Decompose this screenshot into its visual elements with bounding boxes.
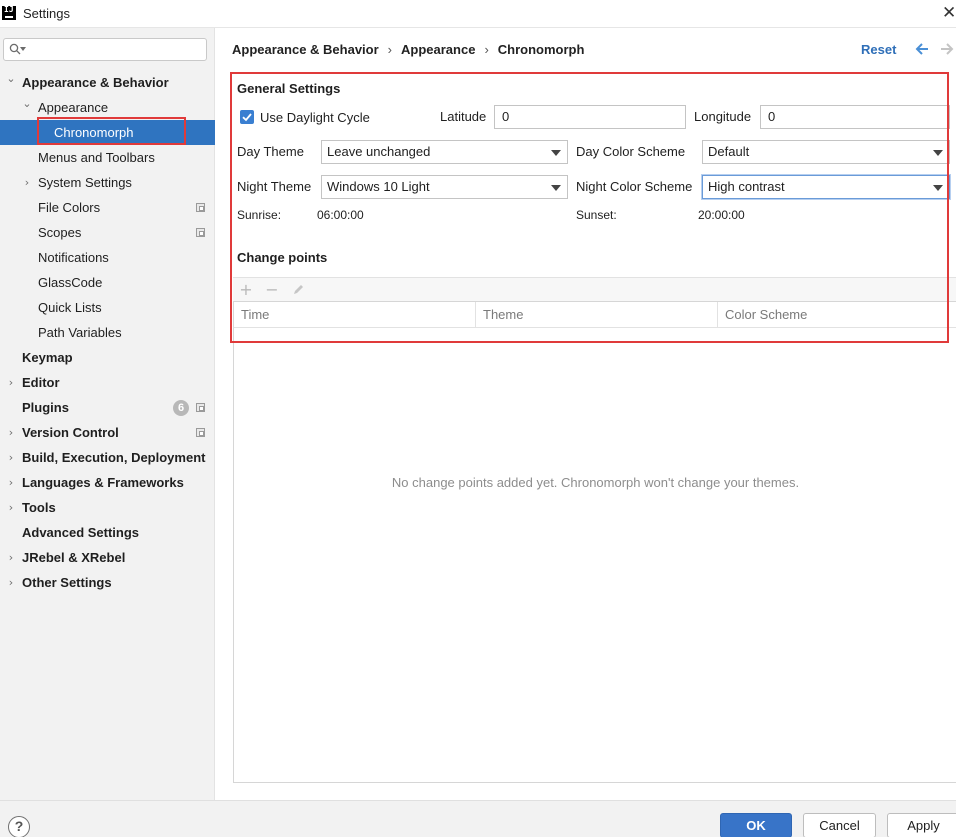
chevron-right-icon[interactable]: › (5, 420, 17, 445)
sidebar-item-label: File Colors (38, 200, 101, 215)
sidebar-item-label: Version Control (22, 425, 119, 440)
reset-link[interactable]: Reset (861, 42, 896, 57)
sidebar-item-label: Editor (22, 375, 60, 390)
apply-button[interactable]: Apply (887, 813, 956, 837)
sidebar-item-label: Path Variables (38, 325, 122, 340)
sidebar-item[interactable]: › Tools (0, 495, 215, 520)
sidebar-item[interactable]: File Colors (0, 195, 215, 220)
sidebar-item-label: Menus and Toolbars (38, 150, 155, 165)
update-count-badge: 6 (173, 400, 189, 416)
sidebar-item-label: Plugins (22, 400, 69, 415)
project-settings-icon (196, 228, 205, 237)
chevron-down-icon[interactable]: ⌄ (21, 91, 33, 116)
sidebar-item-label: Notifications (38, 250, 109, 265)
sidebar-item[interactable]: › System Settings (0, 170, 215, 195)
chevron-right-icon[interactable]: › (5, 470, 17, 495)
chevron-down-icon[interactable] (20, 47, 26, 51)
chevron-right-icon[interactable]: › (5, 495, 17, 520)
sidebar-item-label: Quick Lists (38, 300, 102, 315)
sidebar-item-label: GlassCode (38, 275, 103, 290)
sidebar-highlight-box (37, 117, 186, 145)
content-highlight-box (230, 72, 949, 343)
sidebar-item[interactable]: Notifications (0, 245, 215, 270)
sidebar-item[interactable]: Plugins 6 (0, 395, 215, 420)
sidebar-item-label: Scopes (38, 225, 82, 240)
chevron-right-icon[interactable]: › (5, 570, 17, 595)
breadcrumb: Appearance & Behavior › Appearance › Chronom… (232, 42, 584, 60)
chevron-right-icon[interactable]: › (21, 170, 33, 195)
chevron-down-icon[interactable]: ⌄ (5, 66, 17, 91)
chevron-right-icon[interactable]: › (5, 370, 17, 395)
breadcrumb-item[interactable]: Appearance (401, 42, 475, 57)
chevron-right-icon[interactable]: › (5, 545, 17, 570)
sidebar-item[interactable]: › JRebel & XRebel (0, 545, 215, 570)
sidebar-item[interactable]: › Build, Execution, Deployment (0, 445, 215, 470)
sidebar-item[interactable]: › Editor (0, 370, 215, 395)
help-icon[interactable]: ? (8, 816, 30, 837)
sidebar-item[interactable]: Path Variables (0, 320, 215, 345)
sidebar-item[interactable]: Keymap (0, 345, 215, 370)
sidebar-item-label: Appearance & Behavior (22, 75, 169, 90)
breadcrumb-separator: › (387, 42, 393, 57)
forward-arrow-icon[interactable] (939, 41, 955, 57)
sidebar-item-label: Advanced Settings (22, 525, 140, 540)
search-input[interactable] (3, 38, 207, 61)
project-settings-icon (196, 203, 205, 212)
sidebar-item[interactable]: › Other Settings (0, 570, 215, 595)
dialog-footer: ? OK Cancel Apply (0, 800, 956, 837)
sidebar-item[interactable]: Quick Lists (0, 295, 215, 320)
sidebar-item[interactable]: Scopes (0, 220, 215, 245)
ok-button[interactable]: OK (720, 813, 792, 837)
title-bar: IJ Settings ✕ (0, 0, 956, 28)
empty-state-text: No change points added yet. Chronomorph … (391, 475, 800, 490)
window-title: Settings (23, 6, 70, 21)
breadcrumb-separator: › (484, 42, 489, 57)
sidebar-item[interactable]: › Languages & Frameworks (0, 470, 215, 495)
back-arrow-icon[interactable] (914, 41, 930, 57)
sidebar-item[interactable]: Menus and Toolbars (0, 145, 215, 170)
project-settings-icon (196, 428, 205, 437)
sidebar-item-label: Build, Execution, Deployment (22, 450, 206, 465)
project-settings-icon (196, 403, 205, 412)
chevron-right-icon[interactable]: › (5, 445, 17, 470)
breadcrumb-item[interactable]: Appearance & Behavior (232, 42, 379, 57)
sidebar-item-label: Other Settings (22, 575, 112, 590)
cancel-button[interactable]: Cancel (803, 813, 876, 837)
breadcrumb-item: Chronomorph (497, 42, 585, 57)
sidebar-item[interactable]: › Version Control (0, 420, 215, 445)
sidebar-item[interactable]: Advanced Settings (0, 520, 215, 545)
sidebar-item-label: Tools (22, 500, 56, 515)
intellij-app-icon: IJ (2, 6, 16, 20)
change-points-table: Time Theme Color Scheme No change points… (233, 301, 956, 783)
sidebar-item[interactable]: GlassCode (0, 270, 215, 295)
sidebar-item-label: JRebel & XRebel (22, 550, 126, 565)
sidebar-item-label: Keymap (22, 350, 73, 365)
sidebar-item-label: System Settings (38, 175, 132, 190)
sidebar-item-label: Languages & Frameworks (22, 475, 184, 490)
close-icon[interactable]: ✕ (942, 4, 956, 22)
